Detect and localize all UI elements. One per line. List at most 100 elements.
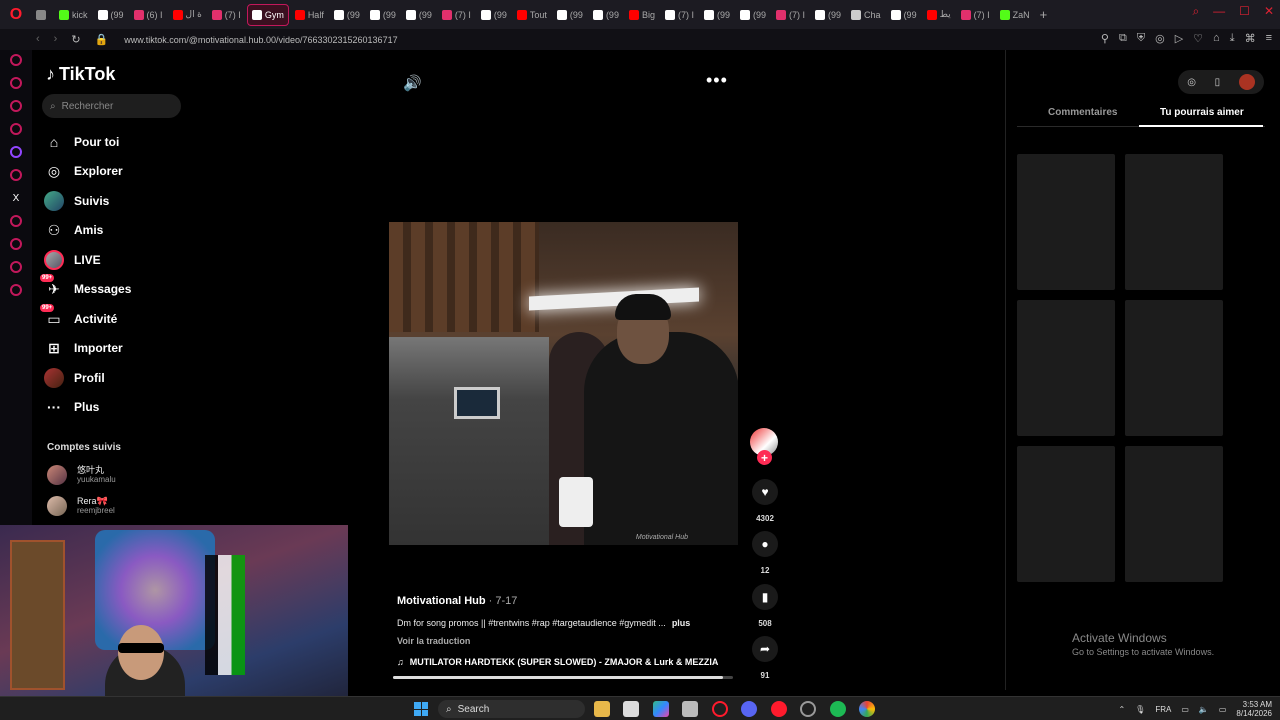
nav-activite[interactable]: ▭ 99+ Activité: [40, 304, 117, 329]
browser-tab[interactable]: Half: [291, 4, 328, 26]
microphone-icon[interactable]: 🎙: [1135, 705, 1145, 714]
browser-tab[interactable]: ZaN: [996, 4, 1034, 26]
forward-button[interactable]: ›: [54, 33, 58, 46]
browser-tab[interactable]: (99: [366, 4, 400, 26]
nav-amis[interactable]: ⚇ Amis: [44, 220, 104, 240]
player-icon[interactable]: [10, 215, 22, 227]
camera-icon[interactable]: ◎: [1155, 32, 1165, 45]
browser-tab[interactable]: (7) I: [438, 4, 475, 26]
like-action[interactable]: ♥ 4302: [750, 479, 780, 523]
workspaces-icon[interactable]: [10, 77, 22, 89]
tab-tu-pourrais-aimer[interactable]: Tu pourrais aimer: [1160, 107, 1244, 118]
recommended-video-placeholder[interactable]: [1125, 154, 1223, 290]
percent-icon[interactable]: [10, 169, 22, 181]
comment-icon[interactable]: ●: [752, 531, 778, 557]
recommended-video-placeholder[interactable]: [1017, 446, 1115, 582]
close-window-button[interactable]: ✕: [1264, 4, 1274, 19]
more-button[interactable]: plus: [672, 618, 691, 628]
recommended-video-placeholder[interactable]: [1125, 446, 1223, 582]
play-icon[interactable]: ▷: [1175, 32, 1183, 45]
discord-icon[interactable]: [741, 701, 757, 717]
windows-start-icon[interactable]: [414, 702, 428, 716]
save-action[interactable]: ▮ 508: [750, 584, 780, 628]
calculator-icon[interactable]: [682, 701, 698, 717]
menu-icon[interactable]: ≡: [1266, 32, 1272, 45]
browser-tab[interactable]: ة ال: [169, 4, 206, 26]
opera-taskbar-icon[interactable]: [712, 701, 728, 717]
browser-tab[interactable]: Cha: [847, 4, 885, 26]
chrome-icon[interactable]: [859, 701, 875, 717]
browser-tab[interactable]: kick: [55, 4, 92, 26]
download-icon[interactable]: ⤓: [1230, 32, 1235, 45]
recommended-video-placeholder[interactable]: [1017, 154, 1115, 290]
browser-tab[interactable]: (99: [553, 4, 587, 26]
back-button[interactable]: ‹: [36, 33, 40, 46]
browser-tab[interactable]: (99: [811, 4, 845, 26]
messenger-icon[interactable]: [10, 100, 22, 112]
browser-tab[interactable]: (7) I: [661, 4, 698, 26]
language-indicator[interactable]: FRA: [1155, 705, 1171, 714]
browser-tab[interactable]: (99: [330, 4, 364, 26]
browser-tab[interactable]: [32, 4, 53, 26]
browser-tab[interactable]: Gym: [246, 3, 289, 26]
phone-icon[interactable]: ▯: [1215, 77, 1221, 88]
chat-icon[interactable]: [10, 261, 22, 273]
nav-pour-toi[interactable]: ⌂ Pour toi: [44, 132, 120, 152]
followed-account[interactable]: Rera🎀 reemjbreel: [47, 496, 115, 516]
search-input[interactable]: ⌕ Rechercher: [42, 94, 181, 118]
nav-suivis[interactable]: Suivis: [44, 191, 109, 211]
browser-tab[interactable]: (99: [700, 4, 734, 26]
browser-tab[interactable]: (7) I: [208, 4, 245, 26]
network-icon[interactable]: ▭: [1181, 705, 1189, 714]
pin-icon[interactable]: ⚲: [1101, 32, 1109, 45]
new-tab-button[interactable]: +: [1034, 7, 1054, 22]
nav-messages[interactable]: ✈ 99+ Messages: [40, 274, 131, 299]
tab-commentaires[interactable]: Commentaires: [1048, 107, 1117, 118]
browser-tab[interactable]: (99: [94, 4, 128, 26]
browser-tab[interactable]: يط: [923, 4, 955, 26]
twitch-icon[interactable]: [10, 146, 22, 158]
browser-tab[interactable]: (99: [589, 4, 623, 26]
x-twitter-icon[interactable]: X: [10, 192, 22, 204]
nav-importer[interactable]: ⊞ Importer: [44, 338, 123, 358]
browser-tab[interactable]: (7) I: [772, 4, 809, 26]
share-action[interactable]: ➦ 91: [750, 636, 780, 680]
reload-button[interactable]: ↻: [71, 33, 80, 46]
search-tabs-icon[interactable]: ⌕: [1192, 4, 1199, 19]
volume-icon[interactable]: 🔊: [403, 74, 422, 92]
taskbar-search[interactable]: ⌕ Search: [438, 700, 585, 718]
opera-gx-icon[interactable]: [771, 701, 787, 717]
spotify-icon[interactable]: [830, 701, 846, 717]
instagram-icon[interactable]: [10, 123, 22, 135]
copilot-icon[interactable]: [653, 701, 669, 717]
maximize-button[interactable]: ☐: [1239, 4, 1250, 19]
user-avatar[interactable]: [1238, 74, 1255, 90]
comment-action[interactable]: ● 12: [750, 531, 780, 575]
follow-button[interactable]: +: [757, 450, 772, 465]
aria-sidebar-icon[interactable]: [10, 54, 22, 66]
heart-icon[interactable]: ♥: [752, 479, 778, 505]
chevron-up-icon[interactable]: ⌃: [1118, 705, 1125, 714]
browser-tab[interactable]: (99: [477, 4, 511, 26]
opera-logo-icon[interactable]: O: [0, 0, 32, 29]
browser-tab[interactable]: (99: [887, 4, 921, 26]
bookmark-icon[interactable]: ▮: [752, 584, 778, 610]
nav-plus[interactable]: ··· Plus: [44, 397, 99, 417]
store-icon[interactable]: [623, 701, 639, 717]
compass-icon[interactable]: ◎: [1187, 77, 1196, 88]
translate-button[interactable]: Voir la traduction: [397, 636, 470, 646]
nav-explorer[interactable]: ◎ Explorer: [44, 161, 123, 181]
author-name[interactable]: Motivational Hub: [397, 595, 486, 607]
browser-tab[interactable]: (6) I: [130, 4, 167, 26]
tiktok-logo[interactable]: ♪ TikTok: [46, 64, 115, 85]
wallet-icon[interactable]: ⌂: [1213, 32, 1220, 45]
recommended-video-placeholder[interactable]: [1017, 300, 1115, 436]
more-options-icon[interactable]: •••: [706, 70, 728, 91]
music-link[interactable]: ♫ MUTILATOR HARDTEKK (SUPER SLOWED) - ZM…: [397, 657, 718, 667]
video-player[interactable]: Motivational Hub: [389, 222, 738, 545]
browser-tab[interactable]: Big: [625, 4, 659, 26]
history-icon[interactable]: [10, 238, 22, 250]
heart-icon[interactable]: ♡: [1193, 32, 1203, 45]
url-field[interactable]: www.tiktok.com/@motivational.hub.00/vide…: [124, 35, 397, 45]
file-explorer-icon[interactable]: [594, 701, 610, 717]
